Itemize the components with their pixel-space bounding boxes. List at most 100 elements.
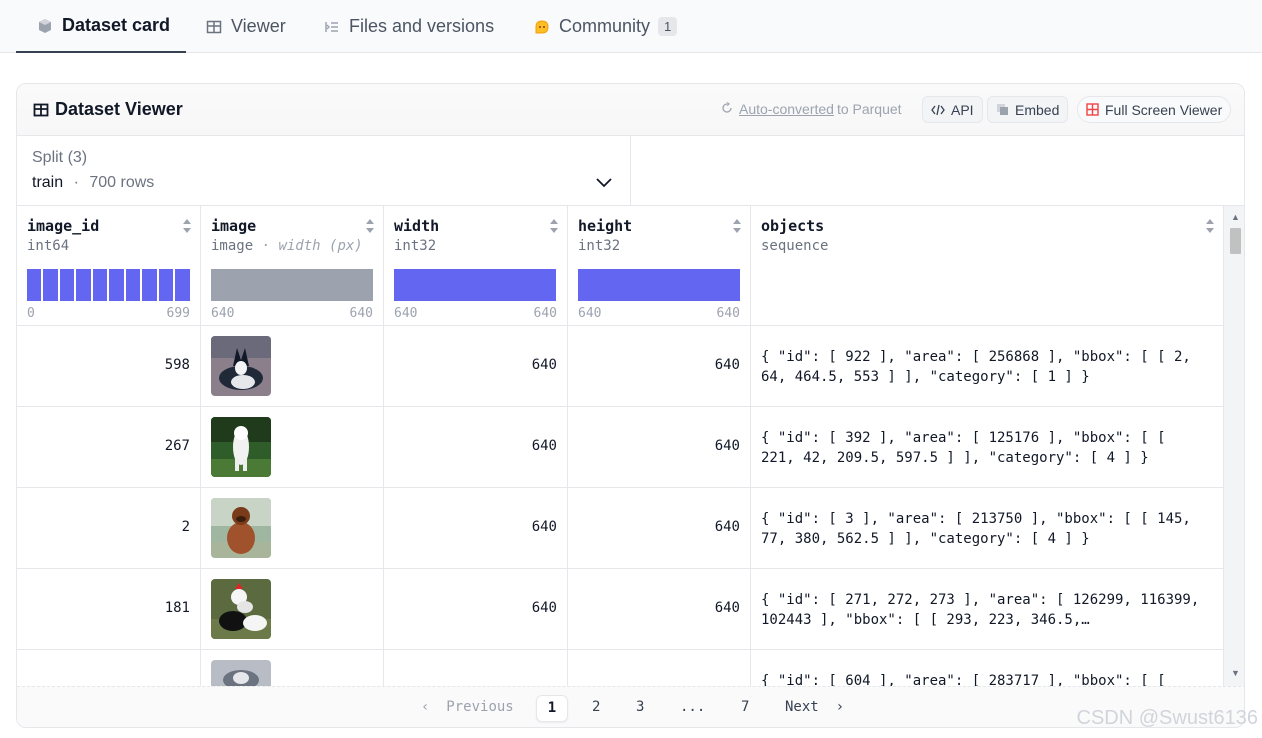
image-thumbnail[interactable]	[211, 660, 271, 686]
table-cell[interactable]: 2	[17, 488, 200, 569]
table-cell[interactable]	[568, 650, 750, 686]
image-thumbnail[interactable]	[211, 498, 271, 558]
table-cell[interactable]: 267	[17, 407, 200, 488]
histogram-bar[interactable]	[142, 269, 157, 301]
page-7-button[interactable]: 7	[741, 699, 749, 715]
table-cell[interactable]: 640	[384, 488, 567, 569]
scroll-down-icon[interactable]: ▼	[1231, 668, 1240, 678]
table-cell[interactable]: { "id": [ 3 ], "area": [ 213750 ], "bbox…	[751, 488, 1223, 569]
table-cell[interactable]	[201, 326, 383, 407]
histogram-bar[interactable]	[60, 269, 74, 301]
table-cell[interactable]: 181	[17, 569, 200, 650]
embed-label: Embed	[1015, 101, 1060, 118]
image-thumbnail[interactable]	[211, 579, 271, 639]
api-button[interactable]: API	[922, 96, 983, 123]
table-cell[interactable]: { "id": [ 392 ], "area": [ 125176 ], "bb…	[751, 407, 1223, 488]
cell-value: { "id": [ 392 ], "area": [ 125176 ], "bb…	[761, 430, 1166, 466]
sort-icon[interactable]	[1205, 218, 1215, 234]
table-cell[interactable]	[201, 569, 383, 650]
sort-icon[interactable]	[365, 218, 375, 234]
table-cell[interactable]: { "id": [ 604 ], "area": [ 283717 ], "bb…	[751, 650, 1223, 686]
cell-value: 640	[531, 600, 557, 616]
cell-value: 640	[531, 438, 557, 454]
histogram-bar[interactable]	[93, 269, 107, 301]
auto-converted-link[interactable]: Auto-converted	[739, 101, 834, 117]
sort-icon[interactable]	[182, 218, 192, 234]
table-cell[interactable]: 598	[17, 326, 200, 407]
pagination: ‹ Previous 1 2 3 ... 7 Next ›	[17, 686, 1244, 727]
histogram-bar[interactable]	[27, 269, 41, 301]
image-thumbnail[interactable]	[211, 417, 271, 477]
table-cell[interactable]: 640	[568, 488, 750, 569]
refresh-icon	[721, 101, 733, 117]
histogram-bar[interactable]	[126, 269, 140, 301]
cell-value: 598	[164, 357, 190, 373]
histogram-bar[interactable]	[159, 269, 173, 301]
next-label: Next	[785, 699, 819, 715]
histogram-bar[interactable]	[394, 269, 556, 301]
histogram-bar[interactable]	[578, 269, 740, 301]
histogram-bar[interactable]	[211, 269, 373, 301]
previous-page-button[interactable]: ‹ Previous	[421, 699, 514, 715]
page-2-button[interactable]: 2	[592, 699, 600, 715]
table-cell[interactable]: 640	[568, 569, 750, 650]
column-header[interactable]: image_id int64 0 699	[17, 206, 200, 326]
tab-viewer[interactable]: Viewer	[205, 0, 286, 53]
community-count-badge: 1	[658, 17, 678, 36]
table-cell[interactable]: 640	[384, 407, 567, 488]
table-cell[interactable]	[384, 650, 567, 686]
sort-icon[interactable]	[732, 218, 742, 234]
embed-button[interactable]: Embed	[987, 96, 1069, 123]
table-cell[interactable]: 640	[384, 326, 567, 407]
split-row-count: 700 rows	[89, 174, 155, 191]
cell-value: 2	[181, 519, 190, 535]
histogram-bar[interactable]	[109, 269, 124, 301]
table-cell[interactable]: 640	[568, 407, 750, 488]
histogram-bar[interactable]	[43, 269, 58, 301]
cell-value: 640	[714, 438, 740, 454]
table-cell[interactable]: 640	[384, 569, 567, 650]
histogram-bar[interactable]	[76, 269, 91, 301]
vertical-scrollbar[interactable]: ▲ ▼	[1223, 206, 1244, 686]
tab-label: Files and versions	[349, 16, 495, 36]
table-icon	[33, 102, 49, 118]
scroll-up-icon[interactable]: ▲	[1231, 212, 1240, 222]
table-cell[interactable]: { "id": [ 922 ], "area": [ 256868 ], "bb…	[751, 326, 1223, 407]
column-header[interactable]: image image · width (px) 640 640	[201, 206, 383, 326]
table-cell[interactable]	[201, 650, 383, 686]
next-page-button[interactable]: Next ›	[785, 699, 844, 715]
range-max: 640	[533, 306, 557, 321]
column-name: image	[211, 217, 257, 235]
cell-value: 640	[714, 600, 740, 616]
full-screen-viewer-button[interactable]: Full Screen Viewer	[1077, 96, 1232, 123]
column-unit: · width (px)	[261, 238, 363, 254]
tab-dataset-card[interactable]: Dataset card	[16, 0, 186, 53]
page-1-button[interactable]: 1	[536, 695, 568, 722]
sort-icon[interactable]	[549, 218, 559, 234]
table-cell[interactable]: { "id": [ 271, 272, 273 ], "area": [ 126…	[751, 569, 1223, 650]
cell-value: { "id": [ 604 ], "area": [ 283717 ], "bb…	[761, 673, 1166, 686]
column-header[interactable]: objects sequence	[751, 206, 1223, 326]
tab-files-and-versions[interactable]: Files and versions	[323, 0, 494, 53]
image-thumbnail[interactable]	[211, 336, 271, 396]
table-cell[interactable]	[17, 650, 200, 686]
page-ellipsis: ...	[680, 699, 706, 715]
dataset-viewer-card: Dataset Viewer Auto-converted to Parquet…	[16, 83, 1245, 728]
column-header[interactable]: width int32 640 640	[384, 206, 567, 326]
cell-value: { "id": [ 922 ], "area": [ 256868 ], "bb…	[761, 349, 1191, 385]
column-header[interactable]: height int32 640 640	[568, 206, 750, 326]
split-selector[interactable]: Split (3) train · 700 rows	[17, 136, 631, 206]
page-3-button[interactable]: 3	[636, 699, 644, 715]
community-icon	[533, 18, 551, 36]
table-cell[interactable]: 640	[568, 326, 750, 407]
table-cell[interactable]	[201, 407, 383, 488]
scrollbar-thumb[interactable]	[1230, 228, 1241, 254]
table-cell[interactable]	[201, 488, 383, 569]
range-max: 640	[349, 306, 373, 321]
viewer-title-text: Dataset Viewer	[55, 99, 183, 119]
histogram-bar[interactable]	[175, 269, 190, 301]
cell-value: { "id": [ 3 ], "area": [ 213750 ], "bbox…	[761, 511, 1191, 547]
cell-value: 640	[714, 357, 740, 373]
viewer-title: Dataset Viewer	[33, 99, 183, 120]
tab-community[interactable]: Community 1	[533, 0, 678, 53]
